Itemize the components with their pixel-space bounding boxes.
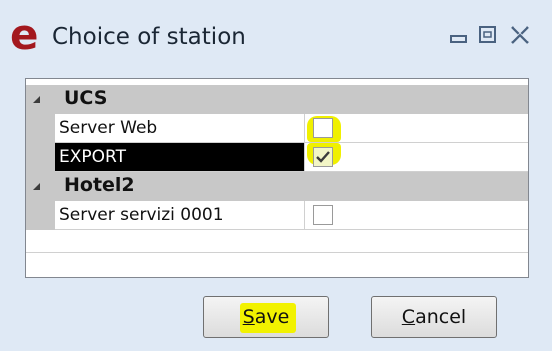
station-checkbox[interactable] [313,205,333,225]
group-row-ucs[interactable]: UCS [26,85,528,114]
group-label: UCS [64,87,108,109]
title-bar: e Choice of station [0,0,552,74]
station-name-cell[interactable]: EXPORT [55,143,305,172]
window-title: Choice of station [52,24,246,50]
close-icon[interactable] [508,24,532,46]
choice-of-station-dialog: e Choice of station UCS Server Web EXPOR… [0,0,552,351]
station-name-cell[interactable]: Server Web [55,114,305,143]
group-row-hotel2[interactable]: Hotel2 [26,172,528,201]
save-button[interactable]: Save [203,296,329,338]
station-name-cell[interactable]: Server servizi 0001 [55,201,305,230]
expand-arrow-icon[interactable] [32,95,42,105]
expand-arrow-icon[interactable] [32,182,42,192]
checkmark-icon [316,151,330,163]
divider [26,252,528,253]
station-tree-grid: UCS Server Web EXPORT Hotel2 Server serv… [25,78,529,278]
table-row-server-web[interactable]: Server Web [26,114,528,143]
group-label: Hotel2 [64,174,135,196]
station-checkbox[interactable] [313,147,333,167]
table-row-server-servizi[interactable]: Server servizi 0001 [26,201,528,230]
table-row-export[interactable]: EXPORT [26,143,528,172]
station-checkbox[interactable] [313,118,333,138]
minimize-icon[interactable] [447,24,471,46]
maximize-icon[interactable] [476,24,500,46]
app-logo-icon: e [10,10,39,59]
cancel-button[interactable]: Cancel [371,296,497,338]
